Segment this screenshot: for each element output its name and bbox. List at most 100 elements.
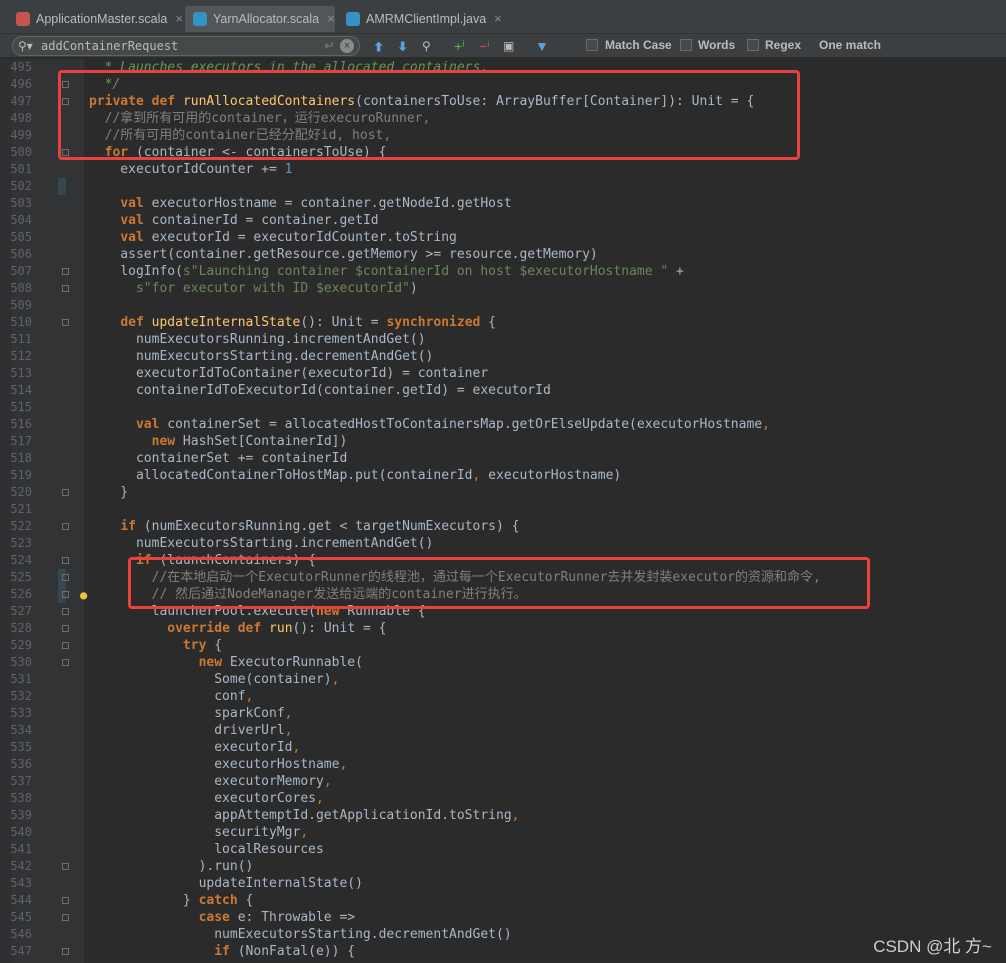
code-line[interactable]: 532 conf, — [0, 688, 1006, 705]
code-text[interactable]: case e: Throwable => — [89, 909, 356, 926]
code-line[interactable]: 531 Some(container), — [0, 671, 1006, 688]
find-all-icon[interactable]: ⚲ — [422, 37, 431, 55]
next-occurrence-icon[interactable]: 🠯 — [398, 37, 407, 55]
regex-checkbox[interactable] — [747, 39, 759, 51]
search-input[interactable]: ⚲▾ addContainerRequest ↵ × — [12, 36, 360, 56]
new-line-icon[interactable]: ↵ — [324, 38, 335, 54]
match-case-label[interactable]: Match Case — [605, 38, 672, 52]
filter-icon[interactable]: ▼ — [535, 37, 549, 55]
code-line[interactable]: 523 numExecutorsStarting.incrementAndGet… — [0, 535, 1006, 552]
code-line[interactable]: 514 containerIdToExecutorId(container.ge… — [0, 382, 1006, 399]
code-line[interactable]: 504 val containerId = container.getId — [0, 212, 1006, 229]
tab-yarnallocator-scala[interactable]: YarnAllocator.scala × — [185, 6, 335, 32]
code-text[interactable]: ).run() — [89, 858, 254, 875]
code-text[interactable]: s"for executor with ID $executorId") — [89, 280, 418, 297]
code-line[interactable]: 544 } catch { — [0, 892, 1006, 909]
code-line[interactable]: 512 numExecutorsStarting.decrementAndGet… — [0, 348, 1006, 365]
code-line[interactable]: 545 case e: Throwable => — [0, 909, 1006, 926]
fold-marker-icon[interactable] — [62, 625, 69, 632]
code-text[interactable]: if (numExecutorsRunning.get < targetNumE… — [89, 518, 519, 535]
code-text[interactable]: sparkConf, — [89, 705, 292, 722]
code-line[interactable]: 513 executorIdToContainer(executorId) = … — [0, 365, 1006, 382]
code-text[interactable]: numExecutorsStarting.decrementAndGet() — [89, 348, 433, 365]
clear-search-icon[interactable]: × — [340, 39, 354, 53]
code-line[interactable]: 503 val executorHostname = container.get… — [0, 195, 1006, 212]
change-marker[interactable] — [58, 178, 66, 195]
code-line[interactable]: 518 containerSet += containerId — [0, 450, 1006, 467]
fold-marker-icon[interactable] — [62, 591, 69, 598]
code-line[interactable]: 519 allocatedContainerToHostMap.put(cont… — [0, 467, 1006, 484]
code-line[interactable]: 533 sparkConf, — [0, 705, 1006, 722]
remove-occurrence-icon[interactable]: −ⁱ — [479, 37, 490, 55]
code-line[interactable]: 537 executorMemory, — [0, 773, 1006, 790]
code-editor[interactable]: 495 * Launches executors in the allocate… — [0, 59, 1006, 960]
code-text[interactable]: containerIdToExecutorId(container.getId)… — [89, 382, 551, 399]
fold-marker-icon[interactable] — [62, 948, 69, 955]
previous-occurrence-icon[interactable]: 🠭 — [374, 37, 383, 55]
code-line[interactable]: 501 executorIdCounter += 1 — [0, 161, 1006, 178]
code-text[interactable]: driverUrl, — [89, 722, 292, 739]
code-text[interactable]: } catch { — [89, 892, 253, 909]
close-tab-icon[interactable]: × — [327, 11, 335, 26]
code-text[interactable]: val executorHostname = container.getNode… — [89, 195, 511, 212]
code-line[interactable]: 515 — [0, 399, 1006, 416]
code-line[interactable]: 530 new ExecutorRunnable( — [0, 654, 1006, 671]
code-line[interactable]: 506 assert(container.getResource.getMemo… — [0, 246, 1006, 263]
fold-marker-icon[interactable] — [62, 659, 69, 666]
fold-marker-icon[interactable] — [62, 268, 69, 275]
code-line[interactable]: 511 numExecutorsRunning.incrementAndGet(… — [0, 331, 1006, 348]
tab-amrmclientimpl-java[interactable]: AMRMClientImpl.java × — [338, 6, 502, 32]
code-text[interactable]: try { — [89, 637, 222, 654]
code-text[interactable]: logInfo(s"Launching container $container… — [89, 263, 684, 280]
code-line[interactable]: 517 new HashSet[ContainerId]) — [0, 433, 1006, 450]
fold-marker-icon[interactable] — [62, 642, 69, 649]
code-text[interactable]: executorMemory, — [89, 773, 331, 790]
fold-marker-icon[interactable] — [62, 319, 69, 326]
close-tab-icon[interactable]: × — [494, 11, 502, 26]
code-text[interactable]: conf, — [89, 688, 253, 705]
code-line[interactable]: 509 — [0, 297, 1006, 314]
code-text[interactable]: val containerId = container.getId — [89, 212, 378, 229]
code-text[interactable]: override def run(): Unit = { — [89, 620, 386, 637]
search-query[interactable]: addContainerRequest — [41, 39, 178, 53]
code-line[interactable]: 547 if (NonFatal(e)) { — [0, 943, 1006, 960]
fold-marker-icon[interactable] — [62, 557, 69, 564]
search-icon[interactable]: ⚲▾ — [18, 39, 33, 53]
code-line[interactable]: 542 ).run() — [0, 858, 1006, 875]
fold-marker-icon[interactable] — [62, 897, 69, 904]
code-text[interactable]: val containerSet = allocatedHostToContai… — [89, 416, 770, 433]
fold-marker-icon[interactable] — [62, 608, 69, 615]
code-line[interactable]: 505 val executorId = executorIdCounter.t… — [0, 229, 1006, 246]
code-text[interactable]: executorHostname, — [89, 756, 347, 773]
code-text[interactable]: containerSet += containerId — [89, 450, 347, 467]
code-line[interactable]: 536 executorHostname, — [0, 756, 1006, 773]
code-line[interactable]: 516 val containerSet = allocatedHostToCo… — [0, 416, 1006, 433]
fold-marker-icon[interactable] — [62, 863, 69, 870]
code-line[interactable]: 507 logInfo(s"Launching container $conta… — [0, 263, 1006, 280]
fold-marker-icon[interactable] — [62, 523, 69, 530]
add-occurrence-icon[interactable]: +ⁱ — [454, 37, 465, 55]
code-text[interactable]: allocatedContainerToHostMap.put(containe… — [89, 467, 621, 484]
code-text[interactable]: if (NonFatal(e)) { — [89, 943, 355, 960]
code-line[interactable]: 534 driverUrl, — [0, 722, 1006, 739]
code-text[interactable]: appAttemptId.getApplicationId.toString, — [89, 807, 519, 824]
fold-marker-icon[interactable] — [62, 914, 69, 921]
fold-marker-icon[interactable] — [62, 285, 69, 292]
code-line[interactable]: 541 localResources — [0, 841, 1006, 858]
code-text[interactable]: localResources — [89, 841, 324, 858]
code-text[interactable]: new ExecutorRunnable( — [89, 654, 363, 671]
code-text[interactable]: updateInternalState() — [89, 875, 363, 892]
code-text[interactable]: executorCores, — [89, 790, 324, 807]
code-line[interactable]: 520 } — [0, 484, 1006, 501]
code-line[interactable]: 502 — [0, 178, 1006, 195]
code-line[interactable]: 546 numExecutorsStarting.decrementAndGet… — [0, 926, 1006, 943]
code-line[interactable]: 510 def updateInternalState(): Unit = sy… — [0, 314, 1006, 331]
code-text[interactable]: securityMgr, — [89, 824, 308, 841]
code-line[interactable]: 529 try { — [0, 637, 1006, 654]
code-text[interactable]: executorIdCounter += 1 — [89, 161, 292, 178]
select-all-occurrences-icon[interactable]: ▣ — [503, 37, 514, 55]
code-text[interactable]: numExecutorsRunning.incrementAndGet() — [89, 331, 426, 348]
words-checkbox[interactable] — [680, 39, 692, 51]
tab-applicationmaster-scala[interactable]: ApplicationMaster.scala × — [8, 6, 183, 32]
code-line[interactable]: 535 executorId, — [0, 739, 1006, 756]
